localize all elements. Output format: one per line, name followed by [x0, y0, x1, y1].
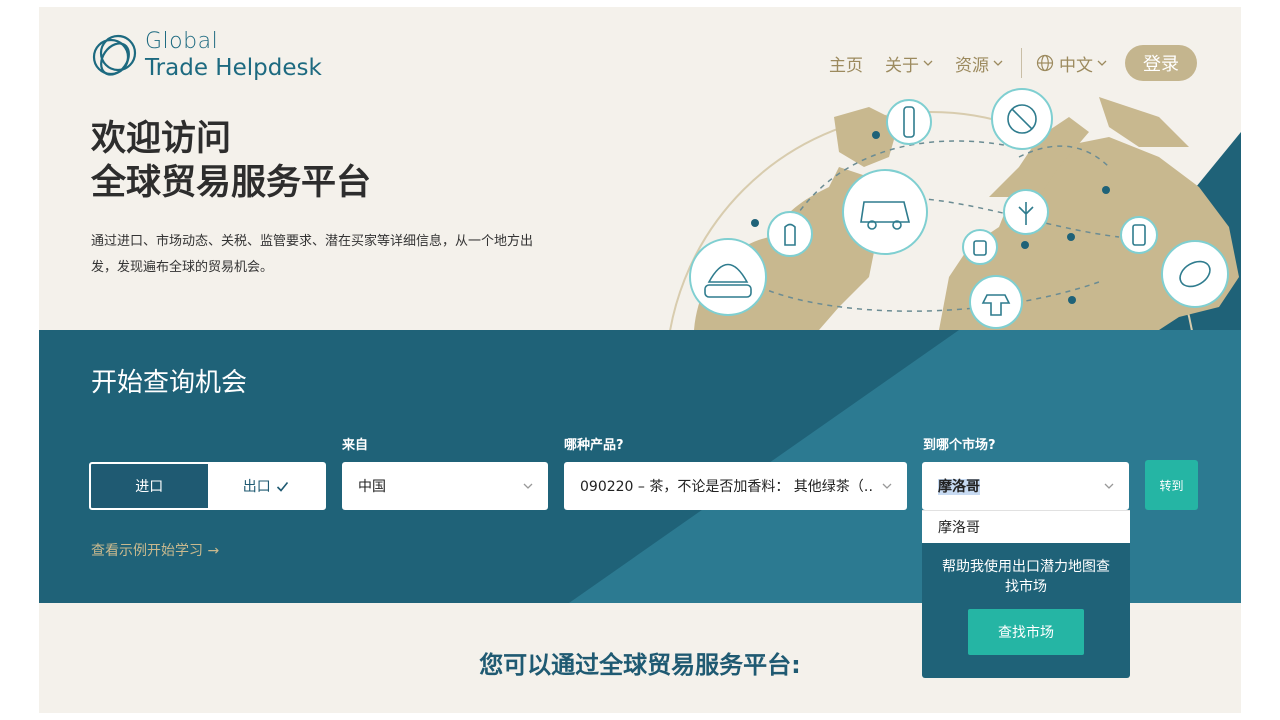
logo-text-line2: Trade Helpdesk — [145, 54, 322, 81]
world-map-illustration — [669, 88, 1241, 330]
checkmark-icon — [276, 481, 288, 492]
market-label: 到哪个市场? — [923, 438, 996, 453]
search-title: 开始查询机会 — [91, 368, 248, 398]
nav-divider — [1021, 48, 1022, 78]
origin-value: 中国 — [358, 479, 386, 495]
chevron-down-icon — [1097, 60, 1107, 66]
export-option[interactable]: 出口 — [207, 464, 324, 508]
dropdown-help-text: 帮助我使用出口潜力地图查找市场 — [942, 559, 1110, 595]
nav-resources[interactable]: 资源 — [955, 51, 1003, 76]
import-label: 进口 — [135, 479, 164, 495]
hero-title: 欢迎访问 全球贸易服务平台 — [91, 117, 371, 205]
chevron-down-icon — [923, 60, 933, 66]
logo[interactable]: Global Trade Helpdesk — [89, 29, 322, 81]
trade-direction-toggle: 进口 出口 — [89, 462, 326, 510]
chevron-down-icon — [1104, 483, 1114, 489]
from-label: 来自 — [342, 438, 369, 453]
export-label: 出口 — [242, 479, 271, 495]
product-label: 哪种产品? — [564, 438, 624, 453]
nav-about-label: 关于 — [885, 55, 919, 76]
main-nav: 主页 关于 资源 中文 登录 — [807, 45, 1197, 81]
origin-select[interactable]: 中国 — [342, 462, 548, 510]
product-select[interactable]: 090220 – 茶，不论是否加香料： 其他绿茶（… — [564, 462, 907, 510]
nav-home[interactable]: 主页 — [829, 51, 863, 76]
market-value: 摩洛哥 — [938, 479, 980, 495]
nav-home-label: 主页 — [829, 55, 863, 76]
globe-icon — [1036, 54, 1054, 72]
chevron-down-icon — [882, 483, 892, 489]
language-label: 中文 — [1059, 55, 1093, 76]
nav-about[interactable]: 关于 — [885, 51, 933, 76]
hero-subtitle: 通过进口、市场动态、关税、监管要求、潜在买家等详细信息，从一个地方出发，发现遍布… — [91, 234, 534, 275]
language-selector[interactable]: 中文 — [1036, 51, 1107, 76]
market-select[interactable]: 摩洛哥 — [922, 462, 1129, 510]
chevron-down-icon — [993, 60, 1003, 66]
section-title: 您可以通过全球贸易服务平台: — [479, 651, 801, 679]
product-value: 090220 – 茶，不论是否加香料： 其他绿茶（… — [580, 479, 873, 495]
chevron-down-icon — [523, 483, 533, 489]
logo-rings-icon — [92, 34, 137, 76]
import-option[interactable]: 进口 — [91, 464, 208, 508]
nav-resources-label: 资源 — [955, 55, 989, 76]
logo-text-line1: Global — [145, 28, 219, 54]
example-link[interactable]: 查看示例开始学习 → — [91, 540, 219, 560]
login-button[interactable]: 登录 — [1125, 45, 1197, 81]
page: Global Trade Helpdesk 主页 关于 资源 中文 登录 欢迎访… — [39, 7, 1241, 713]
market-option[interactable]: 摩洛哥 — [922, 510, 1130, 543]
go-button[interactable]: 转到 — [1145, 460, 1198, 510]
hero-title-line2: 全球贸易服务平台 — [91, 163, 372, 203]
hero-title-line1: 欢迎访问 — [91, 119, 232, 159]
